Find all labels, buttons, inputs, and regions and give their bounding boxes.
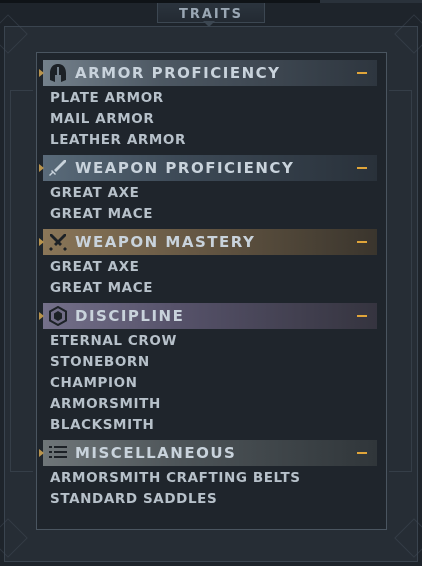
section-header-weapon-mastery[interactable]: WEAPON MASTERY [39, 229, 377, 255]
tab-title: TRAITS [178, 7, 243, 22]
section-miscellaneous: MISCELLANEOUS ARMORSMITH CRAFTING BELTS … [37, 440, 386, 514]
header-marker [39, 69, 44, 77]
list-item[interactable]: STONEBORN [50, 352, 386, 373]
section-armor-proficiency: ARMOR PROFICIENCY PLATE ARMOR MAIL ARMOR… [37, 60, 386, 155]
helmet-icon [47, 62, 69, 84]
crossed-swords-icon [47, 231, 69, 253]
list-item[interactable]: CHAMPION [50, 373, 386, 394]
list-item[interactable]: GREAT AXE [50, 257, 386, 278]
sword-icon [47, 157, 69, 179]
section-header-discipline[interactable]: DISCIPLINE [39, 303, 377, 329]
frame-ornament-right [389, 90, 412, 472]
section-discipline: DISCIPLINE ETERNAL CROW STONEBORN CHAMPI… [37, 303, 386, 440]
section-weapon-proficiency: WEAPON PROFICIENCY GREAT AXE GREAT MACE [37, 155, 386, 229]
list-item[interactable]: ETERNAL CROW [50, 331, 386, 352]
list-item[interactable]: GREAT MACE [50, 278, 386, 299]
tab-traits[interactable]: TRAITS [157, 3, 265, 23]
frame-ornament-left [10, 90, 33, 472]
collapse-icon[interactable] [357, 452, 367, 454]
section-header-armor-proficiency[interactable]: ARMOR PROFICIENCY [39, 60, 377, 86]
list-item[interactable]: STANDARD SADDLES [50, 489, 386, 510]
list-icon [47, 442, 69, 464]
section-header-miscellaneous[interactable]: MISCELLANEOUS [39, 440, 377, 466]
collapse-icon[interactable] [357, 167, 367, 169]
collapse-icon[interactable] [357, 72, 367, 74]
collapse-icon[interactable] [357, 241, 367, 243]
section-title: DISCIPLINE [75, 307, 185, 325]
list-item[interactable]: BLACKSMITH [50, 415, 386, 436]
list-item[interactable]: ARMORSMITH [50, 394, 386, 415]
list-item[interactable]: ARMORSMITH CRAFTING BELTS [50, 468, 386, 489]
list-item[interactable]: GREAT AXE [50, 183, 386, 204]
list-item[interactable]: GREAT MACE [50, 204, 386, 225]
list-item[interactable]: MAIL ARMOR [50, 109, 386, 130]
section-title: ARMOR PROFICIENCY [75, 64, 281, 82]
collapse-icon[interactable] [357, 315, 367, 317]
hexagon-icon [47, 305, 69, 327]
header-marker [39, 312, 44, 320]
list-item[interactable]: PLATE ARMOR [50, 88, 386, 109]
section-weapon-mastery: WEAPON MASTERY GREAT AXE GREAT MACE [37, 229, 386, 303]
section-title: WEAPON MASTERY [75, 233, 256, 251]
traits-panel: ARMOR PROFICIENCY PLATE ARMOR MAIL ARMOR… [36, 52, 387, 530]
header-marker [39, 449, 44, 457]
header-marker [39, 238, 44, 246]
section-header-weapon-proficiency[interactable]: WEAPON PROFICIENCY [39, 155, 377, 181]
section-title: MISCELLANEOUS [75, 444, 237, 462]
list-item[interactable]: LEATHER ARMOR [50, 130, 386, 151]
section-title: WEAPON PROFICIENCY [75, 159, 295, 177]
header-marker [39, 164, 44, 172]
